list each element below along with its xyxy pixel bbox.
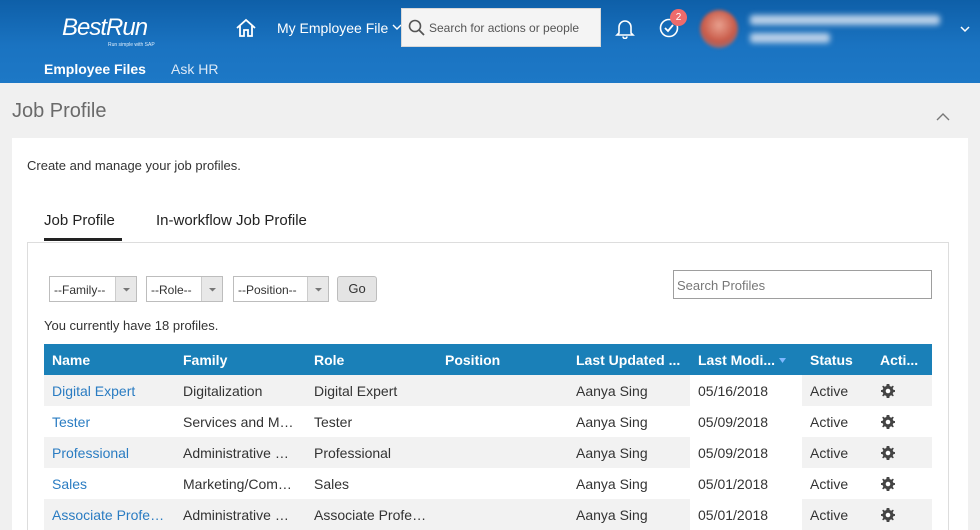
cell-status: Active: [802, 468, 872, 499]
shell-header: BestRun Run simple with SAP My Employee …: [0, 0, 980, 83]
cell-updated-by: Aanya Sing: [568, 406, 690, 437]
table-row: Tester Services and Mai... Tester Aanya …: [44, 406, 932, 437]
dropdown-arrow-icon: [115, 277, 136, 301]
gear-icon[interactable]: [880, 445, 896, 461]
search-placeholder: Search for actions or people: [429, 21, 580, 35]
cell-status: Active: [802, 499, 872, 530]
cell-role: Tester: [306, 406, 437, 437]
gear-icon[interactable]: [880, 476, 896, 492]
profile-name-link[interactable]: Digital Expert: [44, 375, 175, 406]
cell-actions: [872, 437, 932, 468]
cell-position: [437, 406, 568, 437]
cell-actions: [872, 468, 932, 499]
search-profiles-placeholder: Search Profiles: [677, 278, 766, 293]
cell-actions: [872, 406, 932, 437]
cell-modified: 05/01/2018: [690, 468, 802, 499]
cell-status: Active: [802, 406, 872, 437]
family-select[interactable]: --Family--: [49, 276, 137, 302]
cell-actions: [872, 375, 932, 406]
cell-actions: [872, 499, 932, 530]
position-select[interactable]: --Position--: [233, 276, 329, 302]
cell-family: Administrative Su...: [175, 437, 306, 468]
profile-count: You currently have 18 profiles.: [44, 318, 219, 333]
column-header-position[interactable]: Position: [437, 344, 568, 375]
cell-status: Active: [802, 375, 872, 406]
cell-updated-by: Aanya Sing: [568, 499, 690, 530]
role-select-value: --Role--: [151, 283, 192, 297]
logo-text: BestRun: [62, 14, 148, 41]
column-header-actions[interactable]: Acti...: [872, 344, 932, 375]
role-select[interactable]: --Role--: [146, 276, 223, 302]
cell-position: [437, 375, 568, 406]
cell-family: Administrative Su...: [175, 499, 306, 530]
table-row: Associate Profess... Administrative Su..…: [44, 499, 932, 530]
profile-name-link[interactable]: Professional: [44, 437, 175, 468]
gear-icon[interactable]: [880, 414, 896, 430]
family-select-value: --Family--: [54, 283, 106, 297]
user-name-blurred[interactable]: [750, 12, 950, 48]
go-button[interactable]: Go: [337, 276, 377, 302]
sort-desc-icon: [779, 358, 786, 364]
module-menu-button[interactable]: My Employee File: [277, 20, 388, 36]
column-header-last-updated-by[interactable]: Last Updated ...: [568, 344, 690, 375]
bell-icon[interactable]: [614, 17, 636, 39]
cell-role: Digital Expert: [306, 375, 437, 406]
gear-icon[interactable]: [880, 383, 896, 399]
cell-role: Professional: [306, 437, 437, 468]
cell-updated-by: Aanya Sing: [568, 375, 690, 406]
column-header-name[interactable]: Name: [44, 344, 175, 375]
table-header-row: Name Family Role Position Last Updated .…: [44, 344, 932, 375]
page-title: Job Profile: [12, 100, 107, 122]
cell-updated-by: Aanya Sing: [568, 468, 690, 499]
column-header-role[interactable]: Role: [306, 344, 437, 375]
cell-modified: 05/01/2018: [690, 499, 802, 530]
cell-family: Digitalization: [175, 375, 306, 406]
company-logo[interactable]: BestRun Run simple with SAP: [62, 14, 155, 48]
cell-modified: 05/09/2018: [690, 437, 802, 468]
table-row: Sales Marketing/Comm... Sales Aanya Sing…: [44, 468, 932, 499]
cell-modified: 05/09/2018: [690, 406, 802, 437]
chevron-up-icon[interactable]: [934, 108, 952, 126]
search-icon: [408, 19, 425, 36]
cell-updated-by: Aanya Sing: [568, 437, 690, 468]
cell-position: [437, 499, 568, 530]
active-tab-indicator: [44, 238, 122, 241]
avatar[interactable]: [700, 10, 738, 48]
cell-modified: 05/16/2018: [690, 375, 802, 406]
column-header-last-modified-label: Last Modi...: [698, 351, 775, 368]
home-icon[interactable]: [234, 16, 258, 40]
page-description: Create and manage your job profiles.: [27, 158, 241, 173]
chevron-down-icon[interactable]: [958, 22, 972, 36]
profiles-table: Name Family Role Position Last Updated .…: [44, 344, 932, 530]
notification-badge: 2: [670, 9, 687, 26]
cell-position: [437, 468, 568, 499]
column-header-last-modified[interactable]: Last Modi...: [690, 344, 802, 375]
cell-status: Active: [802, 437, 872, 468]
cell-family: Marketing/Comm...: [175, 468, 306, 499]
gear-icon[interactable]: [880, 507, 896, 523]
tab-job-profile[interactable]: Job Profile: [44, 212, 115, 229]
profile-name-link[interactable]: Associate Profess...: [44, 499, 175, 530]
global-search-input[interactable]: Search for actions or people: [401, 8, 601, 47]
cell-family: Services and Mai...: [175, 406, 306, 437]
column-header-status[interactable]: Status: [802, 344, 872, 375]
subnav-employee-files[interactable]: Employee Files: [44, 61, 146, 77]
profile-name-link[interactable]: Tester: [44, 406, 175, 437]
table-row: Professional Administrative Su... Profes…: [44, 437, 932, 468]
cell-role: Associate Profess...: [306, 499, 437, 530]
cell-role: Sales: [306, 468, 437, 499]
profile-name-link[interactable]: Sales: [44, 468, 175, 499]
subnav-ask-hr[interactable]: Ask HR: [171, 61, 218, 77]
logo-tagline: Run simple with SAP: [108, 42, 155, 48]
search-profiles-input[interactable]: Search Profiles: [673, 270, 932, 299]
position-select-value: --Position--: [238, 283, 297, 297]
dropdown-arrow-icon: [201, 277, 222, 301]
tab-in-workflow-job-profile[interactable]: In-workflow Job Profile: [156, 212, 307, 229]
table-row: Digital Expert Digitalization Digital Ex…: [44, 375, 932, 406]
column-header-family[interactable]: Family: [175, 344, 306, 375]
dropdown-arrow-icon: [307, 277, 328, 301]
cell-position: [437, 437, 568, 468]
